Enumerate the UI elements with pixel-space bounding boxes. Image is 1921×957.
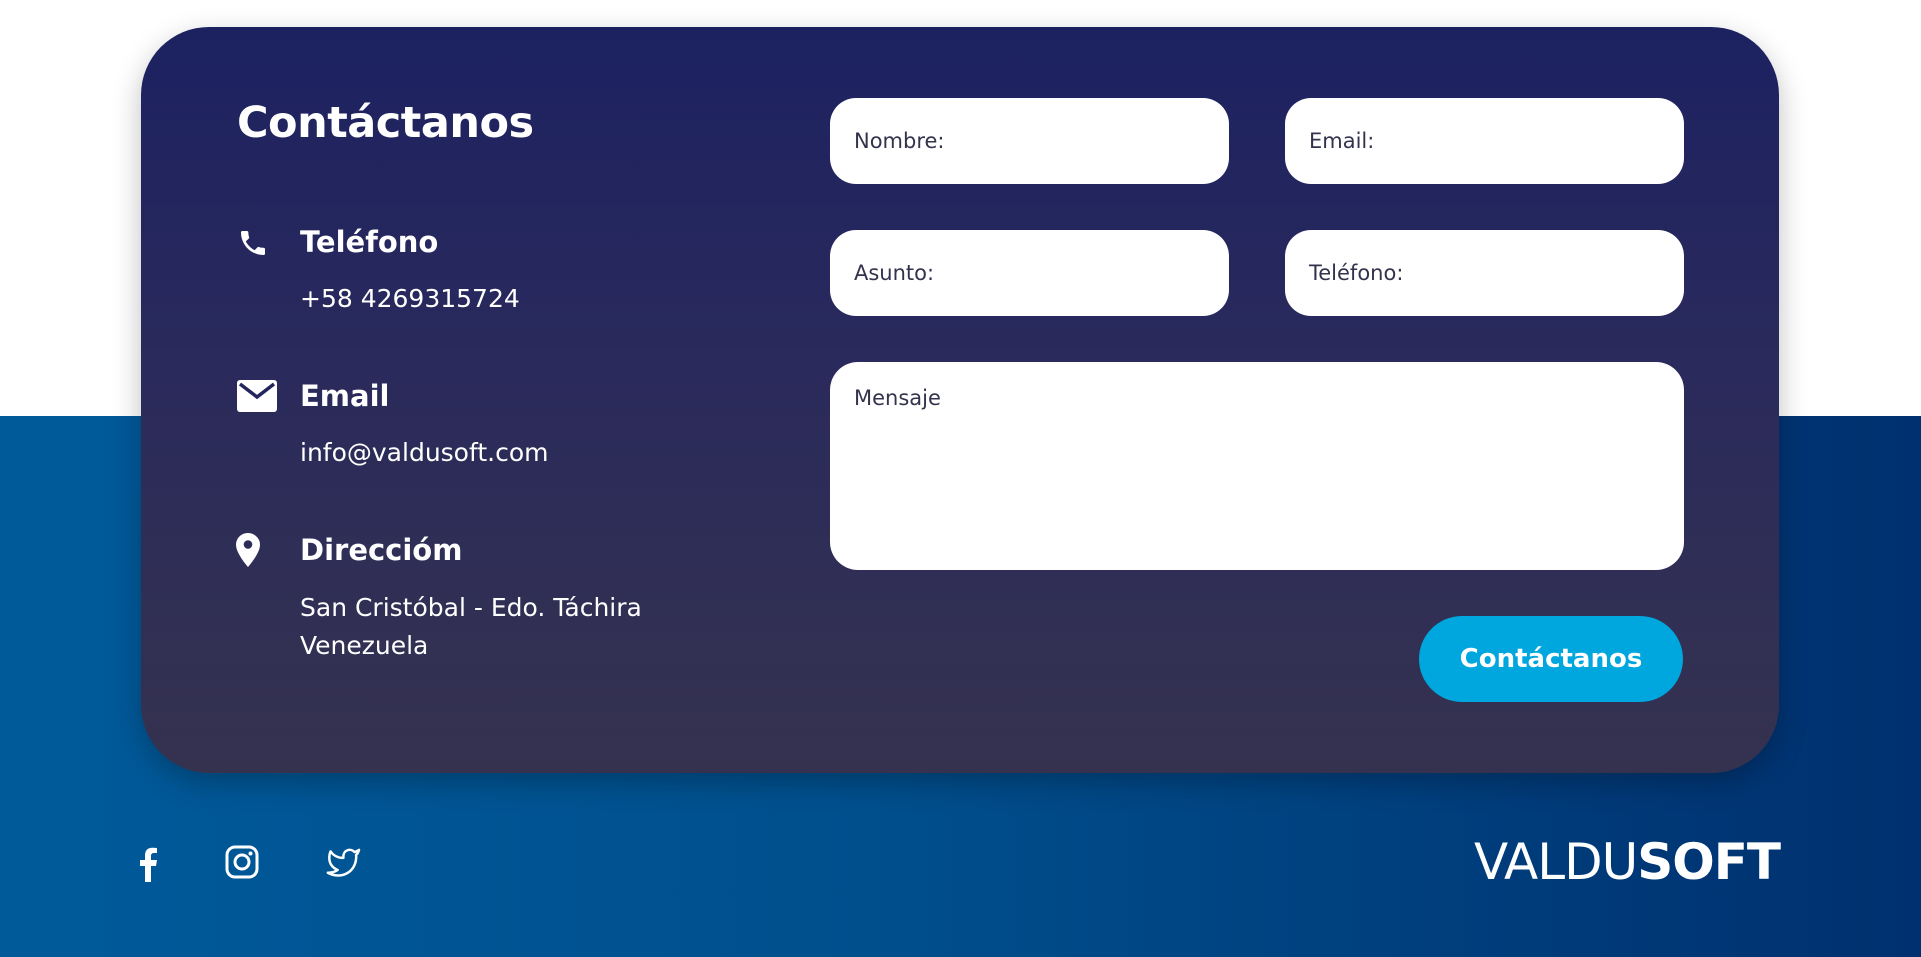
facebook-icon[interactable] bbox=[135, 846, 161, 886]
message-field[interactable]: Mensaje bbox=[830, 362, 1684, 570]
phone-value: +58 4269315724 bbox=[300, 284, 520, 313]
brand-logo-bold: SOFT bbox=[1637, 833, 1781, 891]
phone-label: Teléfono bbox=[300, 225, 439, 259]
instagram-icon[interactable] bbox=[225, 845, 259, 883]
brand-logo: VALDUSOFT bbox=[1460, 833, 1781, 891]
address-line2: Venezuela bbox=[300, 631, 429, 660]
twitter-icon[interactable] bbox=[323, 846, 361, 884]
address-line1: San Cristóbal - Edo. Táchira bbox=[300, 593, 642, 622]
email-field[interactable]: Email: bbox=[1285, 98, 1684, 184]
phone-field[interactable]: Teléfono: bbox=[1285, 230, 1684, 316]
envelope-icon bbox=[237, 380, 277, 416]
address-label: Direccióm bbox=[300, 533, 463, 567]
email-value: info@valdusoft.com bbox=[300, 438, 549, 467]
phone-icon bbox=[237, 227, 269, 263]
submit-button[interactable]: Contáctanos bbox=[1419, 616, 1683, 702]
email-label: Email bbox=[300, 379, 390, 413]
name-field[interactable]: Nombre: bbox=[830, 98, 1229, 184]
contact-title: Contáctanos bbox=[237, 98, 534, 148]
brand-logo-light: VALDU bbox=[1474, 833, 1638, 891]
subject-field[interactable]: Asunto: bbox=[830, 230, 1229, 316]
map-pin-icon bbox=[236, 533, 260, 571]
